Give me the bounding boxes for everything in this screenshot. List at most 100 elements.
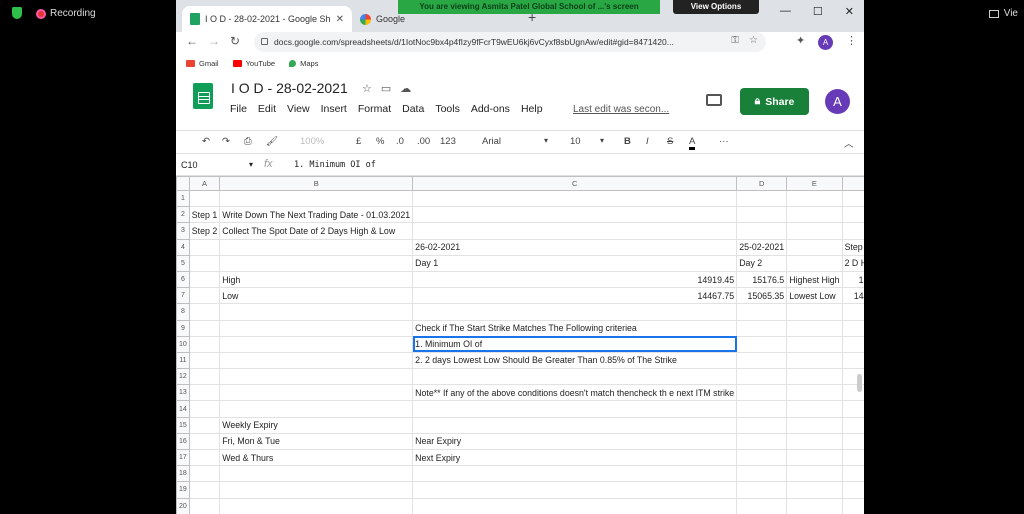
row-header[interactable]: 17 (176, 448, 190, 467)
cell[interactable] (188, 384, 221, 402)
cell[interactable] (786, 400, 843, 418)
menu-data[interactable]: Data (402, 103, 424, 115)
cell[interactable] (188, 497, 221, 514)
cell[interactable] (736, 222, 788, 240)
cell[interactable] (841, 400, 864, 418)
cell[interactable] (188, 416, 221, 434)
cell[interactable]: 14467.75 (841, 287, 864, 305)
cell[interactable] (841, 448, 864, 467)
cell[interactable]: Step 3 (841, 238, 864, 256)
decrease-decimal-button[interactable]: .0 (396, 136, 404, 147)
cell[interactable] (736, 351, 788, 370)
cell[interactable] (219, 400, 414, 418)
cell[interactable] (412, 206, 738, 224)
cell[interactable] (188, 254, 221, 272)
account-avatar[interactable]: A (825, 89, 850, 114)
cell[interactable] (188, 319, 221, 337)
zoom-select[interactable]: 100% (300, 136, 324, 147)
cell[interactable]: Wed & Thurs (219, 448, 414, 467)
row-header[interactable]: 18 (176, 465, 190, 483)
cell[interactable] (412, 465, 738, 483)
cell[interactable] (412, 400, 738, 418)
cell[interactable] (786, 303, 843, 321)
cell[interactable] (188, 351, 221, 370)
cell[interactable] (736, 400, 788, 418)
maximize-icon[interactable]: ☐ (813, 5, 823, 18)
row-header[interactable]: 3 (176, 222, 190, 240)
key-icon[interactable]: ⚿ (731, 35, 739, 46)
chevron-down-icon[interactable]: ▾ (544, 136, 548, 145)
comment-icon[interactable] (706, 94, 722, 108)
cell[interactable] (841, 335, 864, 353)
cell[interactable]: Write Down The Next Trading Date - 01.03… (219, 206, 414, 224)
cell[interactable] (219, 238, 414, 256)
cell[interactable]: Day 2 (736, 254, 788, 272)
cell[interactable] (786, 238, 843, 256)
cell[interactable] (841, 351, 864, 370)
cell[interactable] (841, 303, 864, 321)
star-icon[interactable]: ☆ (362, 82, 372, 95)
row-header[interactable]: 8 (176, 303, 190, 321)
cell[interactable]: Step 2 (188, 222, 221, 240)
row-header[interactable]: 9 (176, 319, 190, 337)
forward-icon[interactable]: → (208, 34, 220, 48)
cell[interactable] (736, 481, 788, 499)
cloud-status-icon[interactable]: ☁ (400, 82, 411, 95)
menu-tools[interactable]: Tools (435, 103, 460, 115)
browser-menu-icon[interactable]: ⋮ (846, 34, 857, 47)
back-icon[interactable]: ← (186, 34, 198, 48)
cell[interactable]: Fri, Mon & Tue (219, 432, 414, 451)
extensions-icon[interactable]: ✦ (796, 34, 805, 47)
menu-help[interactable]: Help (521, 103, 543, 115)
row-header[interactable]: 7 (176, 287, 190, 305)
cell[interactable] (188, 189, 221, 208)
cell[interactable] (841, 465, 864, 483)
cell[interactable] (786, 206, 843, 224)
menu-file[interactable]: File (230, 103, 247, 115)
tab-sheets[interactable]: I O D - 28-02-2021 - Google Sh ✕ (182, 6, 352, 32)
cell[interactable] (736, 319, 788, 337)
cell[interactable]: 15176.5 (841, 270, 864, 289)
close-window-icon[interactable]: ✕ (845, 5, 854, 18)
cell[interactable] (412, 481, 738, 499)
cell[interactable] (219, 384, 414, 402)
cell[interactable] (786, 432, 843, 451)
cell[interactable]: Low (219, 287, 414, 305)
currency-button[interactable]: £ (356, 136, 361, 147)
cell[interactable] (736, 368, 788, 386)
chevron-down-icon[interactable]: ▾ (600, 136, 604, 145)
cell[interactable] (219, 351, 414, 370)
cell[interactable] (736, 189, 788, 208)
cell[interactable]: 15176.5 (736, 270, 788, 289)
doc-title[interactable]: I O D - 28-02-2021 (231, 80, 348, 96)
cell[interactable]: 15065.35 (736, 287, 788, 305)
cell[interactable]: Note** If any of the above conditions do… (412, 384, 738, 402)
cell[interactable] (841, 432, 864, 451)
undo-icon[interactable]: ↶ (202, 136, 210, 147)
row-header[interactable]: 13 (176, 384, 190, 402)
menu-view[interactable]: View (287, 103, 310, 115)
cell[interactable] (786, 335, 843, 353)
row-header[interactable]: 6 (176, 270, 190, 289)
column-header[interactable]: B (219, 176, 414, 191)
cell[interactable]: Next Expiry (412, 448, 738, 467)
close-icon[interactable]: ✕ (336, 14, 344, 25)
cell[interactable] (188, 481, 221, 499)
paint-format-icon[interactable]: 🖌︎ (266, 136, 278, 147)
cell[interactable] (188, 368, 221, 386)
more-formats-select[interactable]: 123 (440, 136, 456, 147)
row-header[interactable]: 10 (176, 335, 190, 353)
cell[interactable]: 2 D HH | LL (841, 254, 864, 272)
menu-edit[interactable]: Edit (258, 103, 276, 115)
cell[interactable] (219, 465, 414, 483)
cell[interactable]: Check if The Start Strike Matches The Fo… (412, 319, 738, 337)
font-size-select[interactable]: 10 (570, 136, 581, 147)
cell[interactable]: Collect The Spot Date of 2 Days High & L… (219, 222, 414, 240)
cell[interactable] (219, 335, 414, 353)
italic-button[interactable]: I (646, 136, 649, 147)
row-header[interactable]: 4 (176, 238, 190, 256)
cell[interactable] (786, 351, 843, 370)
redo-icon[interactable]: ↷ (222, 136, 230, 147)
cell[interactable] (786, 319, 843, 337)
cell[interactable] (188, 400, 221, 418)
